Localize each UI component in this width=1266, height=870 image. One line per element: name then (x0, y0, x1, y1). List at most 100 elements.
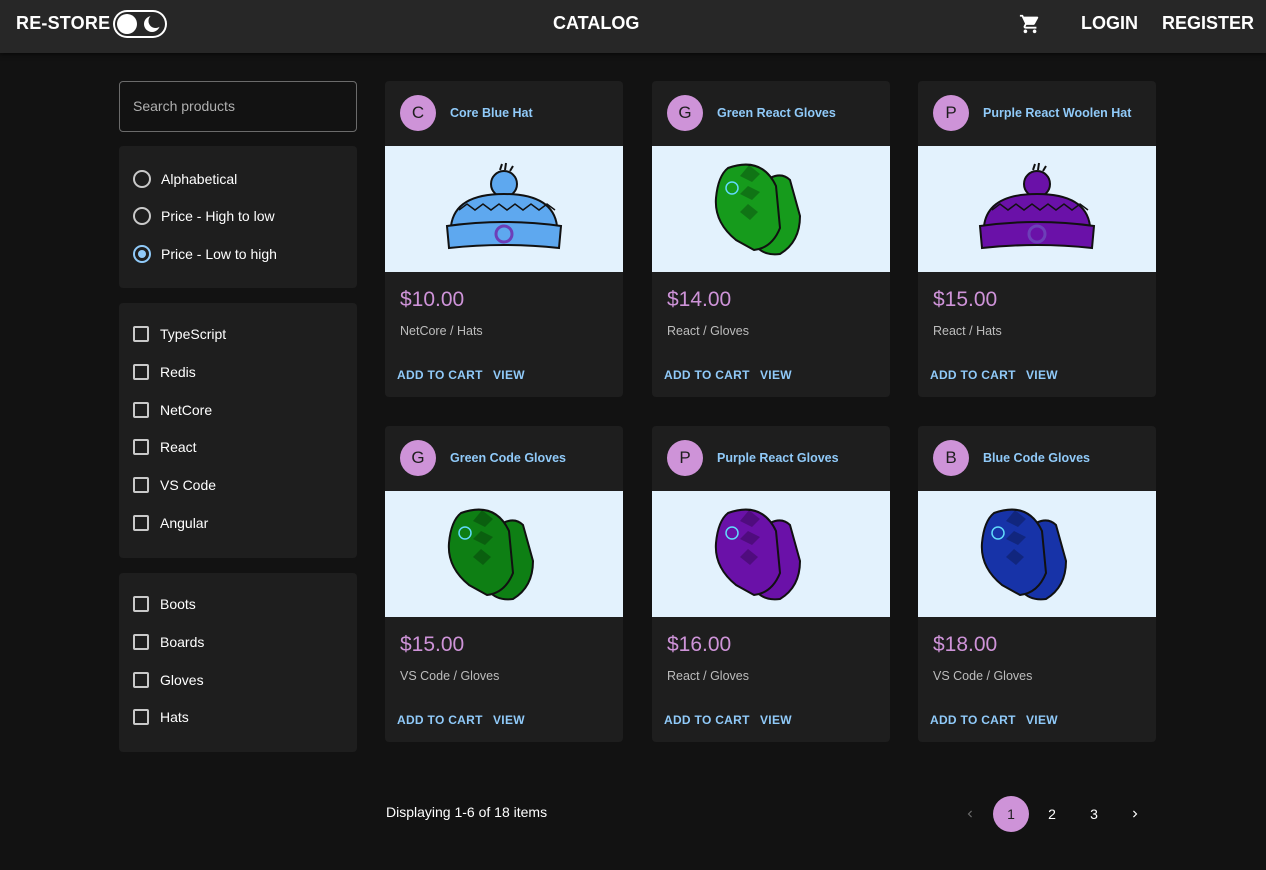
checkbox-label: TypeScript (160, 326, 227, 342)
product-avatar: B (933, 440, 969, 476)
add-to-cart-button[interactable]: ADD TO CART (397, 713, 483, 727)
product-brand-type: NetCore / Hats (400, 324, 483, 338)
product-name: Core Blue Hat (450, 106, 533, 120)
checkbox[interactable] (133, 515, 149, 531)
product-name: Purple React Woolen Hat (983, 106, 1132, 120)
sort-option-price-desc[interactable]: Price - High to low (133, 207, 275, 225)
gloves-image (714, 508, 802, 601)
product-image[interactable] (652, 146, 890, 272)
checkbox[interactable] (133, 364, 149, 380)
page-button-3[interactable]: 3 (1076, 796, 1112, 832)
brand-checkbox-typescript[interactable]: TypeScript (133, 326, 226, 342)
checkbox[interactable] (133, 634, 149, 650)
view-button[interactable]: VIEW (760, 713, 792, 727)
checkbox-label: Hats (160, 709, 189, 725)
product-image[interactable] (918, 491, 1156, 617)
product-card: G Green React Gloves $14.00 React / Gloves A… (652, 81, 890, 397)
search-placeholder: Search products (133, 98, 235, 114)
checkbox-label: Redis (160, 364, 196, 380)
checkbox[interactable] (133, 596, 149, 612)
view-button[interactable]: VIEW (493, 713, 525, 727)
gloves-image (447, 508, 535, 601)
product-price: $18.00 (933, 633, 998, 656)
sort-option-alphabetical[interactable]: Alphabetical (133, 170, 237, 188)
radio-button-selected[interactable] (133, 245, 151, 263)
chevron-left-icon (967, 810, 972, 818)
product-card: P Purple React Gloves $16.00 React / Gloves… (652, 426, 890, 742)
product-price: $15.00 (400, 633, 465, 656)
view-button[interactable]: VIEW (760, 368, 792, 382)
product-name: Green Code Gloves (450, 451, 567, 465)
dark-mode-toggle[interactable] (113, 10, 167, 38)
view-button[interactable]: VIEW (493, 368, 525, 382)
toggle-knob (117, 14, 137, 34)
prev-page-button[interactable] (952, 796, 988, 832)
type-checkbox-hats[interactable]: Hats (133, 709, 189, 725)
search-input[interactable]: Search products (119, 81, 357, 132)
checkbox[interactable] (133, 402, 149, 418)
register-link[interactable]: REGISTER (1162, 13, 1254, 34)
product-price: $16.00 (667, 633, 732, 656)
sort-option-label: Price - High to low (161, 208, 275, 224)
hat-image (445, 162, 563, 250)
sort-panel: Alphabetical Price - High to low Price -… (119, 146, 357, 288)
checkbox[interactable] (133, 439, 149, 455)
product-image[interactable] (385, 146, 623, 272)
product-price: $10.00 (400, 288, 465, 311)
add-to-cart-button[interactable]: ADD TO CART (664, 368, 750, 382)
checkbox[interactable] (133, 326, 149, 342)
product-image[interactable] (652, 491, 890, 617)
add-to-cart-button[interactable]: ADD TO CART (397, 368, 483, 382)
type-checkbox-gloves[interactable]: Gloves (133, 672, 204, 688)
login-link[interactable]: LOGIN (1081, 13, 1138, 34)
sort-option-price-asc[interactable]: Price - Low to high (133, 245, 277, 263)
gloves-image (980, 508, 1068, 601)
checkbox-label: Gloves (160, 672, 204, 688)
product-image[interactable] (385, 491, 623, 617)
view-button[interactable]: VIEW (1026, 368, 1058, 382)
types-filter-panel: Boots Boards Gloves Hats (119, 573, 357, 752)
page-button-1[interactable]: 1 (993, 796, 1029, 832)
add-to-cart-button[interactable]: ADD TO CART (664, 713, 750, 727)
product-card: B Blue Code Gloves $18.00 VS Code / Gloves A… (918, 426, 1156, 742)
checkbox[interactable] (133, 709, 149, 725)
brand-checkbox-react[interactable]: React (133, 439, 197, 455)
add-to-cart-button[interactable]: ADD TO CART (930, 368, 1016, 382)
app-bar: RE-STORE CATALOG LOGIN REGISTER (0, 0, 1266, 53)
radio-button[interactable] (133, 170, 151, 188)
sort-option-label: Price - Low to high (161, 246, 277, 262)
sort-option-label: Alphabetical (161, 171, 238, 187)
radio-button[interactable] (133, 207, 151, 225)
product-image[interactable] (918, 146, 1156, 272)
page-title[interactable]: CATALOG (553, 13, 639, 34)
checkbox[interactable] (133, 477, 149, 493)
checkbox-label: Angular (160, 515, 209, 531)
add-to-cart-button[interactable]: ADD TO CART (930, 713, 1016, 727)
product-avatar: G (400, 440, 436, 476)
checkbox-label: VS Code (160, 477, 217, 493)
brand-checkbox-angular[interactable]: Angular (133, 515, 208, 531)
pagination-summary: Displaying 1-6 of 18 items (386, 804, 548, 820)
product-brand-type: React / Hats (933, 324, 1002, 338)
brand-checkbox-vscode[interactable]: VS Code (133, 477, 216, 493)
brand-checkbox-redis[interactable]: Redis (133, 364, 196, 380)
view-button[interactable]: VIEW (1026, 713, 1058, 727)
product-name: Purple React Gloves (717, 451, 839, 465)
type-checkbox-boards[interactable]: Boards (133, 634, 204, 650)
checkbox[interactable] (133, 672, 149, 688)
product-price: $14.00 (667, 288, 732, 311)
product-price: $15.00 (933, 288, 998, 311)
type-checkbox-boots[interactable]: Boots (133, 596, 196, 612)
product-card: P Purple React Woolen Hat $15.00 React / Ha… (918, 81, 1156, 397)
product-avatar: C (400, 95, 436, 131)
brand-logo[interactable]: RE-STORE (16, 13, 110, 34)
product-avatar: P (667, 440, 703, 476)
checkbox-label: Boots (160, 596, 196, 612)
moon-icon (144, 15, 161, 32)
product-card: C Core Blue Hat $10.00 NetCore / Hats ADD TO… (385, 81, 623, 397)
page-button-2[interactable]: 2 (1034, 796, 1070, 832)
next-page-button[interactable] (1117, 796, 1153, 832)
cart-icon[interactable] (1019, 13, 1041, 35)
brand-checkbox-netcore[interactable]: NetCore (133, 402, 212, 418)
product-brand-type: React / Gloves (667, 324, 749, 338)
